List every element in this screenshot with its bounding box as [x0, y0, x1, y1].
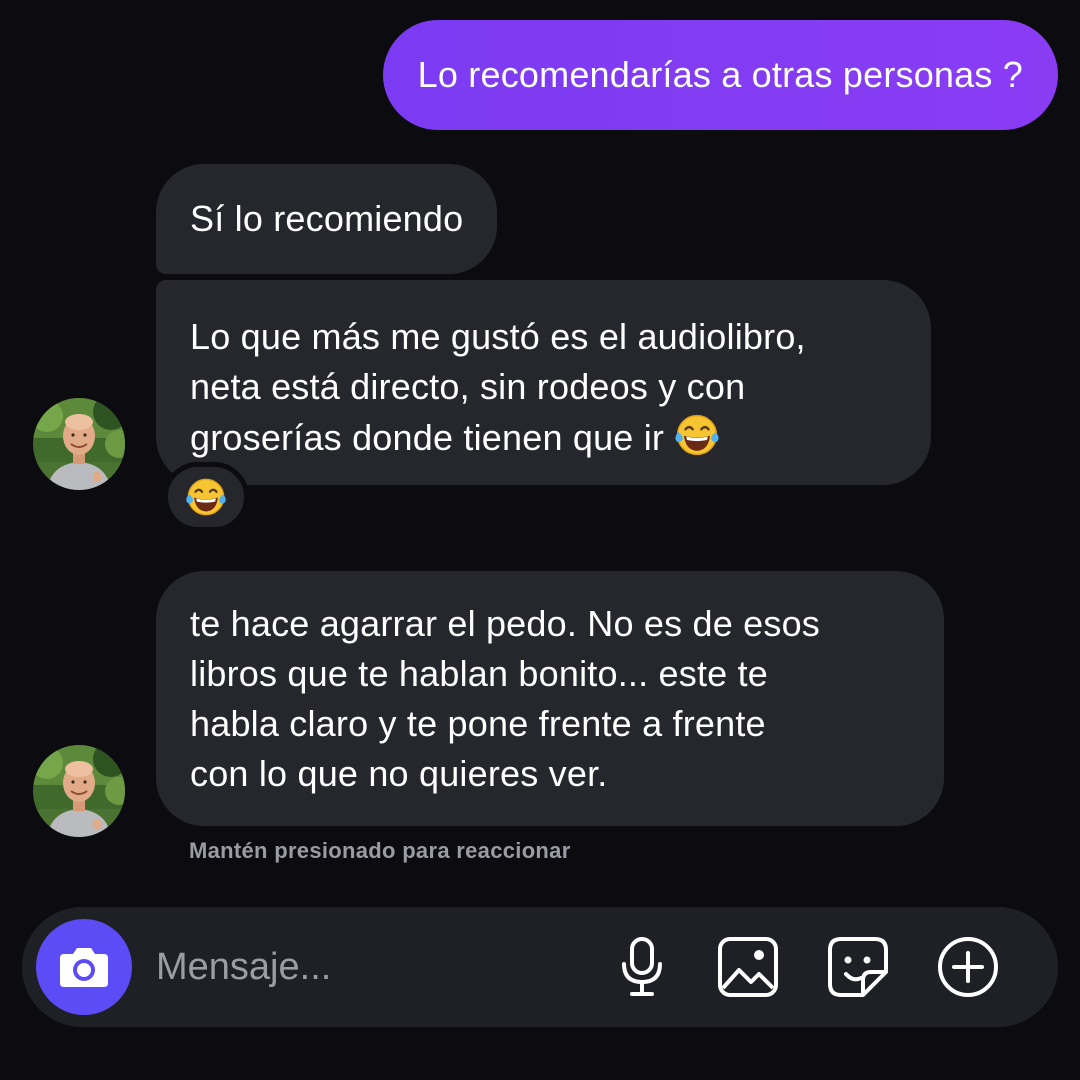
avatar-image	[33, 745, 125, 837]
message-composer	[22, 907, 1058, 1027]
reaction-hint: Mantén presionado para reaccionar	[189, 838, 571, 863]
avatar[interactable]	[33, 398, 125, 490]
incoming-message-bubble[interactable]: Sí lo recomiendo	[156, 164, 498, 274]
incoming-message-bubble[interactable]: te hace agarrar el pedo. No es de esos l…	[156, 571, 944, 826]
message-line: con lo que no quieres ver.	[190, 753, 608, 794]
camera-button[interactable]	[36, 919, 132, 1015]
chat-screen: Lo recomendarías a otras personas ? Sí l…	[0, 0, 1080, 1080]
image-icon	[718, 937, 778, 997]
avatar-image	[33, 398, 125, 490]
microphone-icon	[622, 937, 662, 996]
gallery-button[interactable]	[712, 931, 784, 1003]
outgoing-message-text: Lo recomendarías a otras personas ?	[417, 54, 1023, 95]
message-line: Lo que más me gustó es el audiolibro,	[190, 316, 806, 357]
incoming-message-text: Sí lo recomiendo	[190, 198, 464, 239]
sticker-button[interactable]	[822, 931, 894, 1003]
incoming-message-bubble[interactable]: Lo que más me gustó es el audiolibro, ne…	[156, 280, 931, 485]
message-line: libros que te hablan bonito... este te	[190, 653, 768, 694]
message-line: groserías donde tienen que ir	[190, 417, 665, 458]
sticker-icon	[828, 937, 888, 997]
face-with-tears-of-joy-emoji	[185, 476, 227, 518]
microphone-button[interactable]	[606, 931, 678, 1003]
message-line: neta está directo, sin rodeos y con	[190, 366, 746, 407]
outgoing-message-bubble[interactable]: Lo recomendarías a otras personas ?	[382, 20, 1058, 130]
message-input[interactable]	[156, 937, 586, 997]
avatar[interactable]	[33, 745, 125, 837]
face-with-tears-of-joy-emoji	[674, 412, 720, 458]
message-line: te hace agarrar el pedo. No es de esos	[190, 603, 820, 644]
add-icon	[938, 937, 998, 997]
camera-icon	[60, 948, 108, 987]
message-line-with-emoji: groserías donde tienen que ir	[190, 412, 897, 463]
message-reaction[interactable]	[163, 462, 249, 532]
message-line: habla claro y te pone frente a frente	[190, 703, 766, 744]
add-button[interactable]	[932, 931, 1004, 1003]
